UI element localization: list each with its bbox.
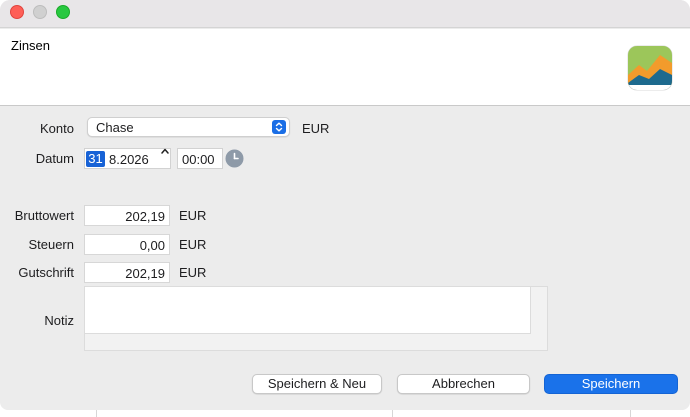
account-label: Konto [40,121,74,136]
date-day-segment[interactable]: 31 [86,151,105,167]
portfolio-chart-logo-icon [627,45,673,91]
gross-value-label: Bruttowert [14,208,74,223]
save-button[interactable]: Speichern [544,374,678,394]
taxes-label: Steuern [28,237,74,252]
background-column-divider [630,410,631,417]
dialog-title: Zinsen [11,38,51,53]
cancel-button[interactable]: Abbrechen [397,374,530,394]
title-bar[interactable] [0,0,690,28]
background-table-strip [0,410,690,417]
note-textarea[interactable] [85,287,531,334]
dialog-window: Zinsen Konto Chase EUR Datum 31 8.2026 0… [0,0,690,410]
date-stepper-icon[interactable] [159,145,171,169]
credit-currency: EUR [179,265,207,280]
date-label: Datum [35,151,74,166]
close-window-button[interactable] [10,5,24,19]
minimize-window-button[interactable] [33,5,47,19]
credit-label: Gutschrift [18,265,74,280]
maximize-window-button[interactable] [56,5,70,19]
clock-icon[interactable] [225,149,244,168]
date-input[interactable]: 31 8.2026 [84,148,171,169]
account-select-value: Chase [96,120,134,135]
note-label: Notiz [44,313,74,328]
background-column-divider [392,410,393,417]
gross-value-currency: EUR [179,208,207,223]
time-input[interactable]: 00:00 [177,148,223,169]
background-column-divider [96,410,97,417]
select-chevron-icon [272,120,286,134]
account-currency: EUR [302,121,330,136]
gross-value-input[interactable]: 202,19 [84,205,170,226]
account-select[interactable]: Chase [87,117,290,137]
taxes-currency: EUR [179,237,207,252]
credit-input[interactable]: 202,19 [84,262,170,283]
note-scroll-view[interactable] [84,286,548,351]
taxes-input[interactable]: 0,00 [84,234,170,255]
dialog-header: Zinsen [0,29,690,106]
time-value: 00:00 [182,152,215,167]
date-month-year-segment[interactable]: 8.2026 [109,152,149,167]
save-and-new-button[interactable]: Speichern & Neu [252,374,382,394]
